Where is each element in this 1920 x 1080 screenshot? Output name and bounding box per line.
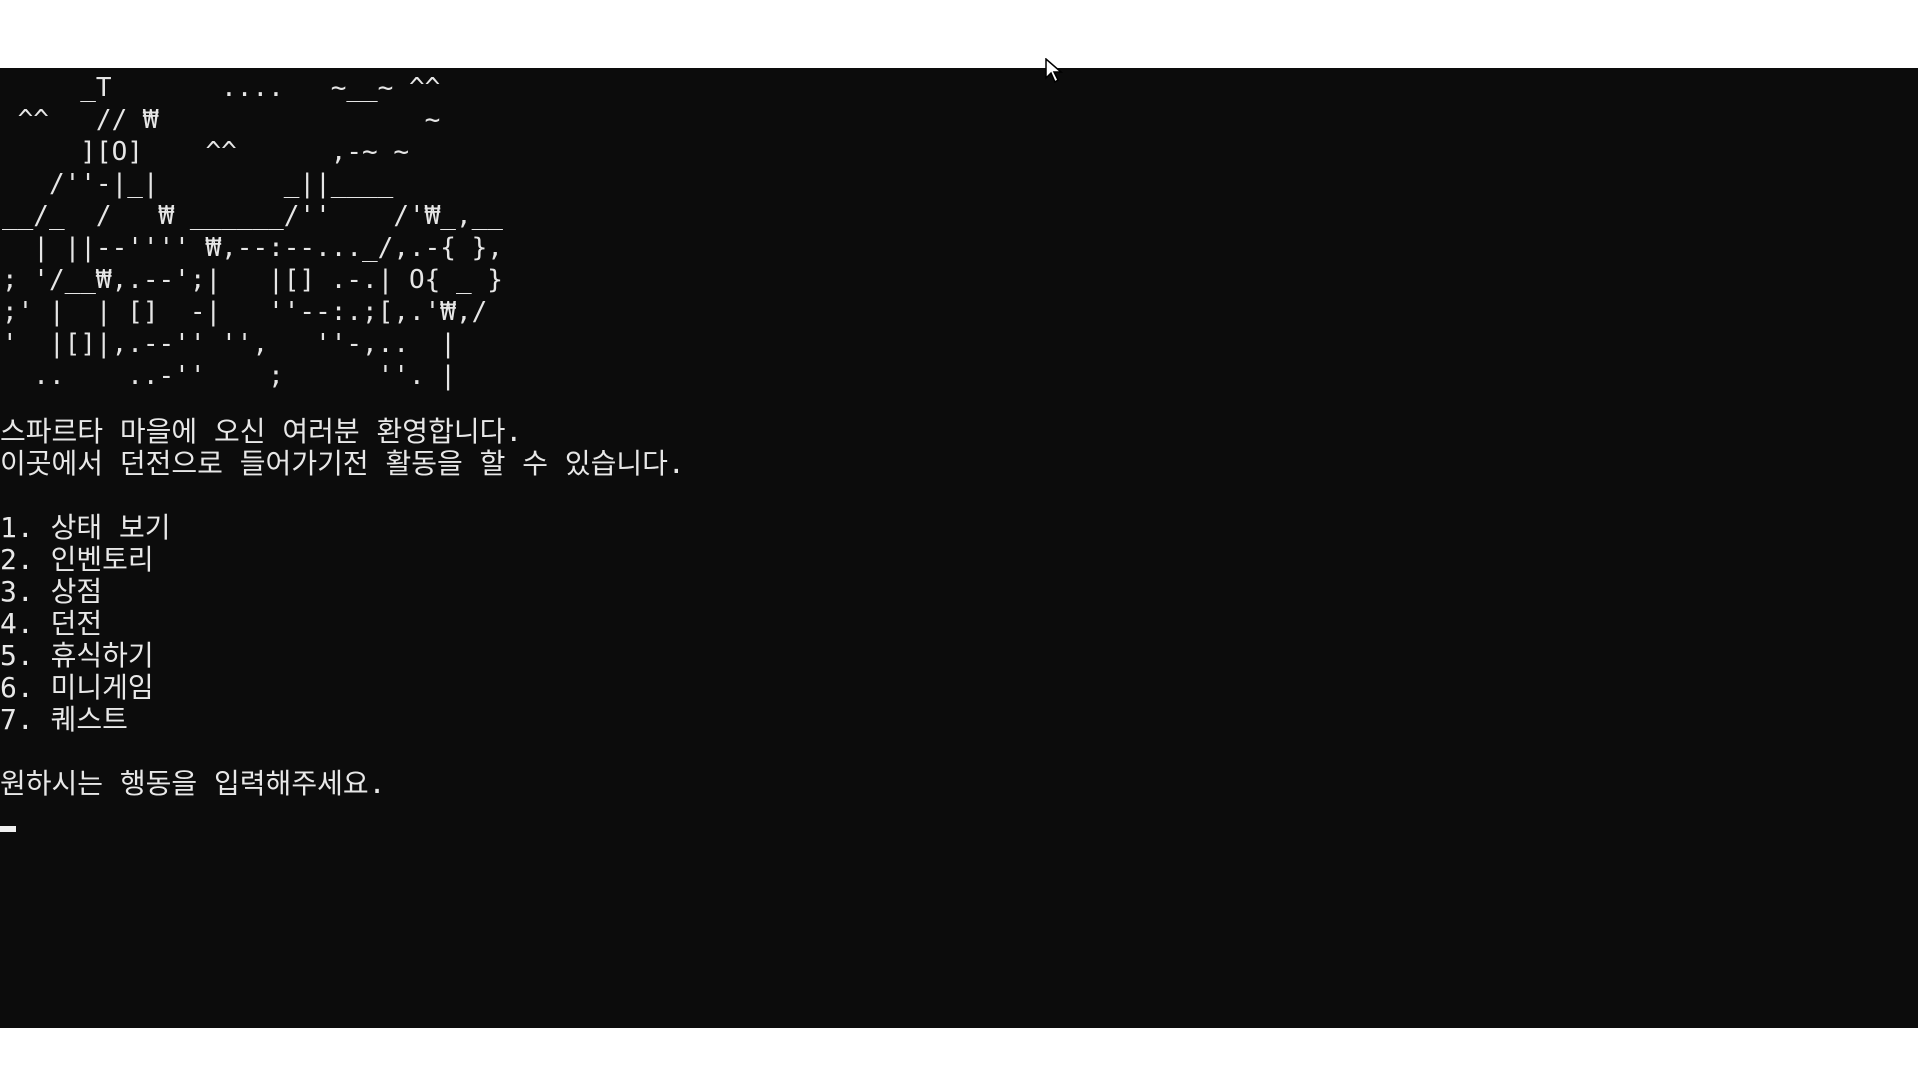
menu-item-status: 1. 상태 보기	[0, 511, 171, 544]
menu-item-minigame: 6. 미니게임	[0, 671, 154, 704]
menu-item-inventory: 2. 인벤토리	[0, 543, 154, 576]
menu-item-rest: 5. 휴식하기	[0, 639, 154, 672]
input-prompt: 원하시는 행동을 입력해주세요.	[0, 767, 386, 800]
console-output: 스파르타 마을에 오신 여러분 환영합니다. 이곳에서 던전으로 들어가기전 활…	[0, 416, 685, 800]
text-cursor-icon[interactable]	[0, 826, 16, 832]
welcome-line-1: 스파르타 마을에 오신 여러분 환영합니다.	[0, 415, 523, 448]
mouse-pointer-icon	[1045, 58, 1064, 84]
menu-item-dungeon: 4. 던전	[0, 607, 103, 640]
ascii-art-village: _T .... ~__~ ^^ ^^ // ₩ ~ ][O] ^^ ,-~ ~ …	[2, 73, 503, 391]
menu-item-shop: 3. 상점	[0, 575, 103, 608]
welcome-line-2: 이곳에서 던전으로 들어가기전 활동을 할 수 있습니다.	[0, 447, 685, 480]
console-window[interactable]: _T .... ~__~ ^^ ^^ // ₩ ~ ][O] ^^ ,-~ ~ …	[0, 68, 1918, 1028]
menu-item-quest: 7. 퀘스트	[0, 703, 128, 736]
